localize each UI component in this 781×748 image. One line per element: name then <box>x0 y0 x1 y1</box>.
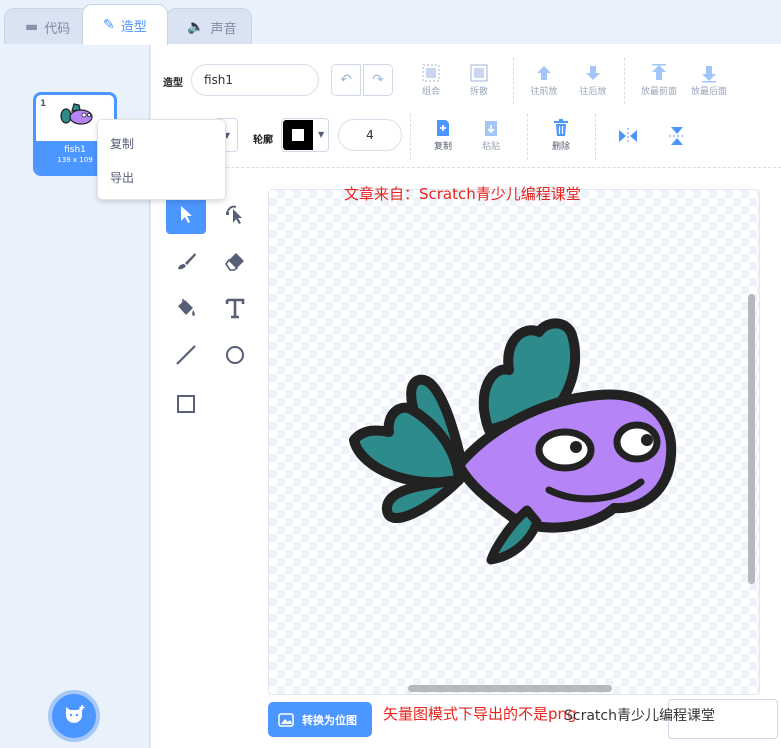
delete-button[interactable]: 删除 <box>536 117 586 152</box>
paint-editor: 造型 fish1 ↶ ↷ 组合 拆散 往前放 往后放 放最前面 放最后面 ▼ 轮… <box>151 44 781 748</box>
backward-icon <box>586 66 600 80</box>
flip-horizontal-icon <box>619 128 637 144</box>
code-icon: ▬ <box>25 19 39 35</box>
group-label: 组合 <box>421 87 440 97</box>
divider <box>527 114 528 160</box>
paint-bucket-icon <box>178 299 195 316</box>
drawing-canvas[interactable] <box>268 189 760 695</box>
back-label: 放最后面 <box>690 87 727 97</box>
copy-icon <box>437 120 449 136</box>
speaker-icon: 🔈 <box>187 19 205 35</box>
rectangle-tool[interactable] <box>166 384 206 424</box>
tab-sounds-label: 声音 <box>210 21 237 37</box>
divider <box>513 58 514 104</box>
redo-button[interactable]: ↷ <box>363 64 393 96</box>
circle-icon <box>226 346 244 364</box>
forward-icon <box>537 66 551 80</box>
convert-to-bitmap-button[interactable]: 转换为位图 <box>268 702 372 737</box>
tab-bar: ▬ 代码 ✎ 造型 🔈 声音 <box>0 0 781 45</box>
horizontal-scrollbar[interactable] <box>408 685 612 692</box>
tab-code-label: 代码 <box>44 21 71 37</box>
eraser-tool[interactable] <box>215 241 255 281</box>
watermark-top: 文章来自：Scratch青少儿编程课堂 <box>344 185 581 203</box>
chevron-down-icon: ▼ <box>318 130 325 139</box>
fill-tool[interactable] <box>166 288 206 328</box>
forward-label: 往前放 <box>530 87 558 97</box>
back-button[interactable]: 放最后面 <box>684 62 734 97</box>
group-button[interactable]: 组合 <box>406 62 456 97</box>
flip-vertical-icon <box>669 127 685 145</box>
front-button[interactable]: 放最前面 <box>634 62 684 97</box>
outline-label: 轮廓 <box>253 135 273 146</box>
context-menu: 复制 导出 <box>97 119 226 200</box>
outline-swatch <box>283 120 313 150</box>
outline-width-input[interactable]: 4 <box>338 119 402 151</box>
circle-tool[interactable] <box>215 335 255 375</box>
text-icon <box>225 298 245 319</box>
reshape-tool[interactable] <box>215 194 255 234</box>
fish-thumbnail <box>60 103 93 125</box>
toolbar-divider <box>151 167 781 168</box>
vertical-scrollbar[interactable] <box>748 294 755 584</box>
text-tool[interactable] <box>215 288 255 328</box>
ungroup-label: 拆散 <box>469 87 488 97</box>
outline-color-picker[interactable]: ▼ <box>281 118 329 152</box>
delete-label: 删除 <box>551 142 570 152</box>
ungroup-icon <box>470 64 488 82</box>
undo-button[interactable]: ↶ <box>331 64 361 96</box>
reshape-icon <box>226 205 242 224</box>
watermark-bottom: 矢量图模式下导出的不是png <box>383 705 577 723</box>
front-label: 放最前面 <box>640 87 677 97</box>
flip-vertical-button[interactable] <box>657 116 697 156</box>
menu-item-duplicate[interactable]: 复制 <box>98 126 225 160</box>
copy-button[interactable]: 复制 <box>418 117 468 152</box>
ungroup-button[interactable]: 拆散 <box>454 62 504 97</box>
trash-icon <box>554 119 568 136</box>
brush-tool[interactable] <box>166 241 206 281</box>
flip-horizontal-button[interactable] <box>608 116 648 156</box>
menu-item-export[interactable]: 导出 <box>98 160 225 194</box>
paste-button[interactable]: 粘贴 <box>466 117 516 152</box>
image-icon <box>278 712 294 727</box>
brush-icon <box>178 253 196 270</box>
paste-label: 粘贴 <box>481 142 500 152</box>
paste-icon <box>485 121 497 136</box>
costume-name-label: 造型 <box>163 78 183 89</box>
tab-costumes-label: 造型 <box>120 19 147 35</box>
divider <box>624 58 625 104</box>
rectangle-icon <box>177 395 195 413</box>
watermark-overlay: Scratch青少儿编程课堂 <box>564 708 715 724</box>
costume-name-input[interactable]: fish1 <box>191 64 319 96</box>
tab-sounds[interactable]: 🔈 声音 <box>166 8 252 45</box>
cat-add-icon <box>65 705 85 723</box>
add-costume-button[interactable] <box>48 690 100 742</box>
divider <box>410 114 411 160</box>
line-tool[interactable] <box>166 335 206 375</box>
tab-code[interactable]: ▬ 代码 <box>4 8 90 45</box>
line-icon <box>176 345 196 365</box>
back-icon <box>702 66 716 83</box>
tab-costumes[interactable]: ✎ 造型 <box>82 4 168 45</box>
costume-number: 1 <box>40 99 47 109</box>
redo-icon: ↷ <box>372 72 384 88</box>
fish-sprite[interactable] <box>269 190 760 695</box>
group-icon <box>422 64 440 82</box>
select-tool[interactable] <box>166 194 206 234</box>
eraser-icon <box>225 253 244 271</box>
forward-button[interactable]: 往前放 <box>519 62 569 97</box>
backward-button[interactable]: 往后放 <box>568 62 618 97</box>
convert-label: 转换为位图 <box>302 713 357 727</box>
arrow-cursor-icon <box>181 206 192 223</box>
divider <box>595 114 596 160</box>
brush-icon: ✎ <box>103 17 115 33</box>
front-icon <box>652 64 666 80</box>
copy-label: 复制 <box>433 142 452 152</box>
backward-label: 往后放 <box>579 87 607 97</box>
undo-icon: ↶ <box>340 72 352 88</box>
